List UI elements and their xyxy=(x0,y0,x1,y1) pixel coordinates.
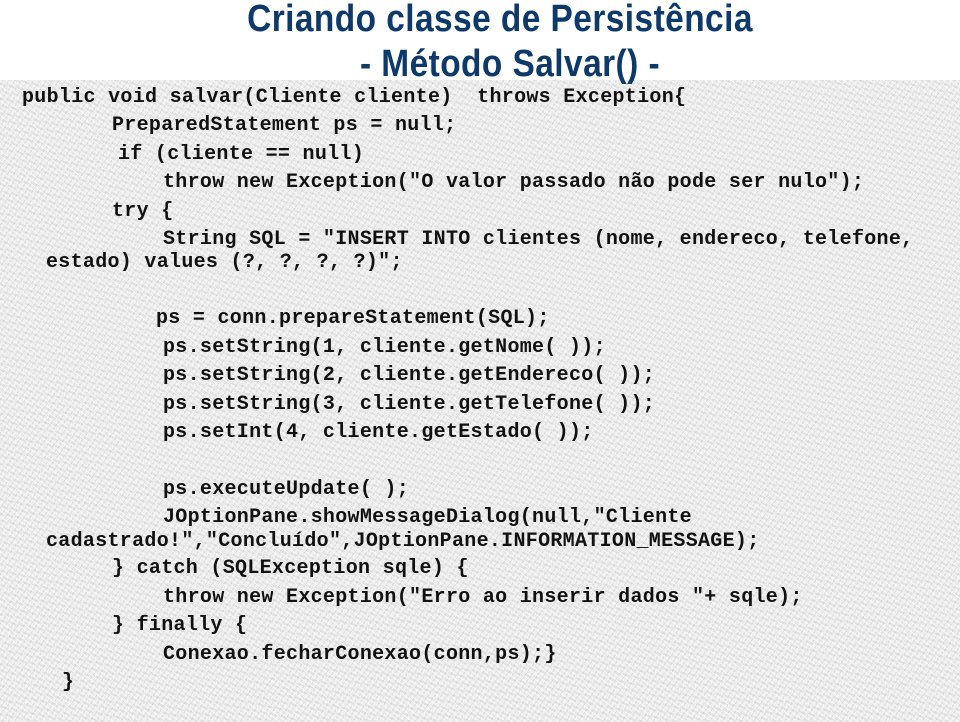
code-line-throw-null: throw new Exception("O valor passado não… xyxy=(163,171,865,194)
code-line-finally: } finally { xyxy=(112,614,248,637)
code-line-set-nome: ps.setString(1, cliente.getNome( )); xyxy=(163,336,606,359)
code-line-ps-declaration: PreparedStatement ps = null; xyxy=(112,114,457,137)
code-line-sql-string: String SQL = "INSERT INTO clientes (nome… xyxy=(163,228,914,251)
code-line-if-null: if (cliente == null) xyxy=(118,143,365,166)
code-line-set-endereco: ps.setString(2, cliente.getEndereco( )); xyxy=(163,364,656,387)
code-line-close-connection: Conexao.fecharConexao(conn,ps);} xyxy=(163,643,557,666)
code-line-show-message: JOptionPane.showMessageDialog(null,"Clie… xyxy=(163,506,692,529)
code-line-show-message-cont: cadastrado!","Concluído",JOptionPane.INF… xyxy=(46,530,760,553)
slide-subtitle: - Método Salvar() - xyxy=(359,43,661,85)
code-line-try: try { xyxy=(112,200,174,223)
code-line-throw-sql-error: throw new Exception("Erro ao inserir dad… xyxy=(163,586,803,609)
code-line-set-telefone: ps.setString(3, cliente.getTelefone( )); xyxy=(163,393,656,416)
code-line-sql-values: estado) values (?, ?, ?, ?)"; xyxy=(46,251,403,274)
code-line-method-signature: public void salvar(Cliente cliente) thro… xyxy=(22,86,687,109)
code-line-closing-brace: } xyxy=(62,671,75,694)
code-line-set-estado: ps.setInt(4, cliente.getEstado( )); xyxy=(163,421,594,444)
code-line-prepare-statement: ps = conn.prepareStatement(SQL); xyxy=(156,307,550,330)
code-line-catch: } catch (SQLException sqle) { xyxy=(112,557,469,580)
slide-title: Criando classe de Persistência xyxy=(247,0,753,40)
code-line-execute-update: ps.executeUpdate( ); xyxy=(163,478,410,501)
